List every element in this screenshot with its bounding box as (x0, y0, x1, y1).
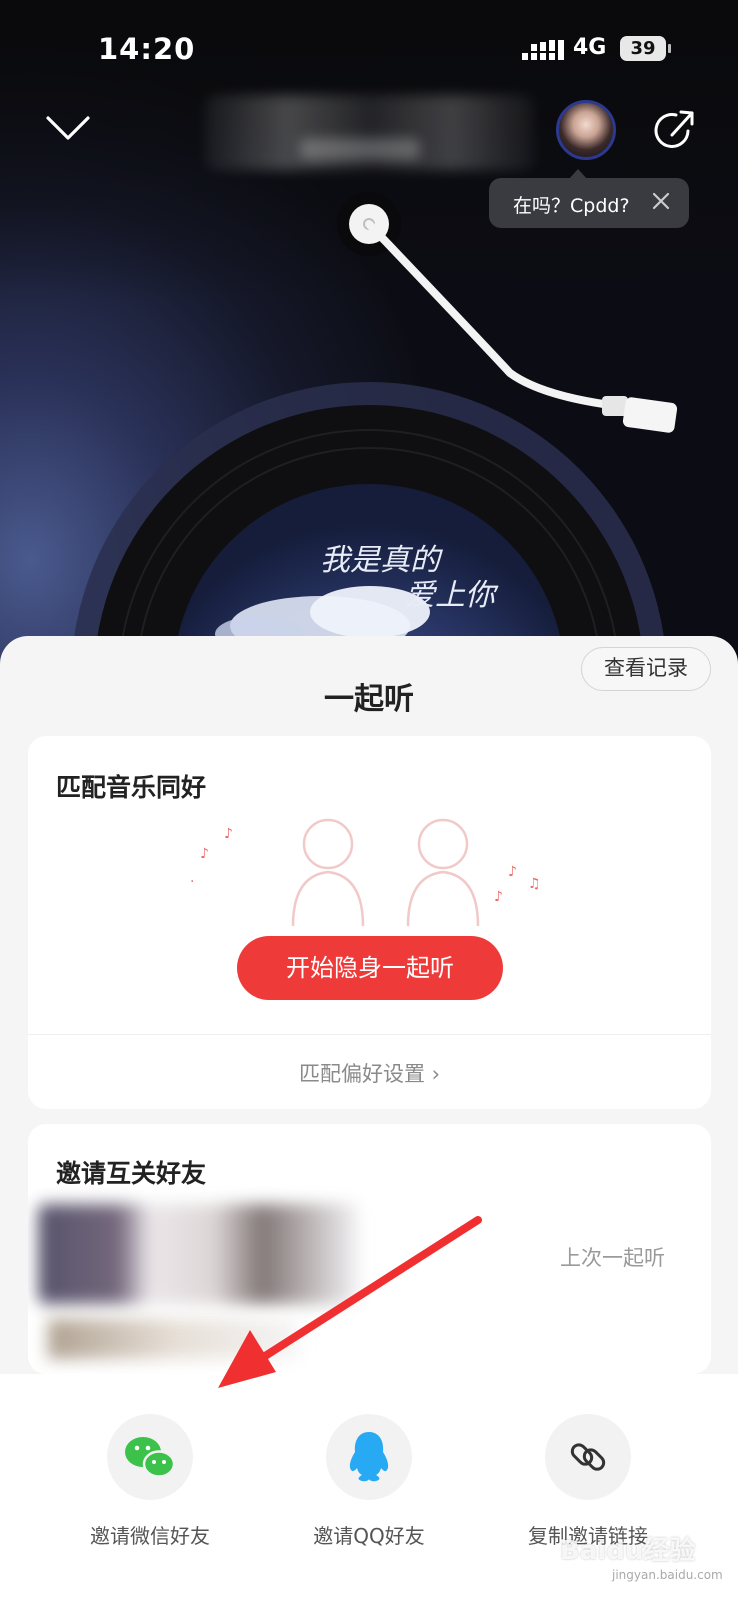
baidu-watermark-url: jingyan.baidu.com (612, 1568, 723, 1582)
last-listen-label: 上次一起听 (560, 1246, 665, 1270)
link-icon (570, 1443, 606, 1471)
invite-friends-card: 邀请互关好友 上次一起听 (28, 1124, 711, 1374)
invite-wechat-button[interactable]: 邀请微信好友 (50, 1414, 250, 1549)
wechat-icon (125, 1437, 176, 1478)
svg-text:♪: ♪ (508, 864, 517, 880)
invite-card-title: 邀请互关好友 (56, 1159, 207, 1188)
view-history-button[interactable]: 查看记录 (581, 647, 711, 691)
copy-invite-link-button[interactable]: 复制邀请链接 (488, 1414, 688, 1549)
album-text-line1: 我是真的 (320, 543, 443, 578)
friend-row-blurred[interactable] (38, 1204, 358, 1304)
svg-text:·: · (190, 874, 194, 890)
friend-row-blurred-2[interactable] (48, 1319, 298, 1359)
match-preference-link[interactable]: 匹配偏好设置 › (28, 1058, 711, 1088)
svg-text:♪: ♪ (200, 846, 209, 862)
match-card: 匹配音乐同好 ♪ ♪ · ♪ ♫ ♪ 开始隐身一起听 匹配偏好设置 › (28, 736, 711, 1109)
match-preference-label: 匹配偏好设置 (298, 1062, 425, 1086)
chevron-right-icon: › (431, 1062, 441, 1086)
start-stealth-listen-button[interactable]: 开始隐身一起听 (237, 936, 503, 1000)
invite-qq-label: 邀请QQ好友 (313, 1524, 425, 1548)
tonearm-head (622, 397, 678, 433)
tonearm (365, 220, 614, 409)
qq-icon-circle (326, 1414, 412, 1500)
svg-text:♪: ♪ (224, 826, 233, 842)
album-text-line2: 爱上你 (405, 578, 499, 613)
card-divider (28, 1034, 711, 1035)
invite-qq-button[interactable]: 邀请QQ好友 (269, 1414, 469, 1549)
match-card-title: 匹配音乐同好 (56, 773, 207, 802)
baidu-watermark: Baidu经验 (560, 1536, 696, 1566)
invite-wechat-label: 邀请微信好友 (90, 1524, 210, 1548)
svg-text:♪: ♪ (494, 889, 503, 905)
link-icon-circle (545, 1414, 631, 1500)
match-illustration: ♪ ♪ · ♪ ♫ ♪ (190, 818, 541, 926)
qq-icon (349, 1432, 389, 1482)
wechat-icon-circle (107, 1414, 193, 1500)
vinyl-record-graphic: 我是真的 爱上你 (73, 192, 678, 640)
svg-text:♫: ♫ (528, 876, 541, 892)
